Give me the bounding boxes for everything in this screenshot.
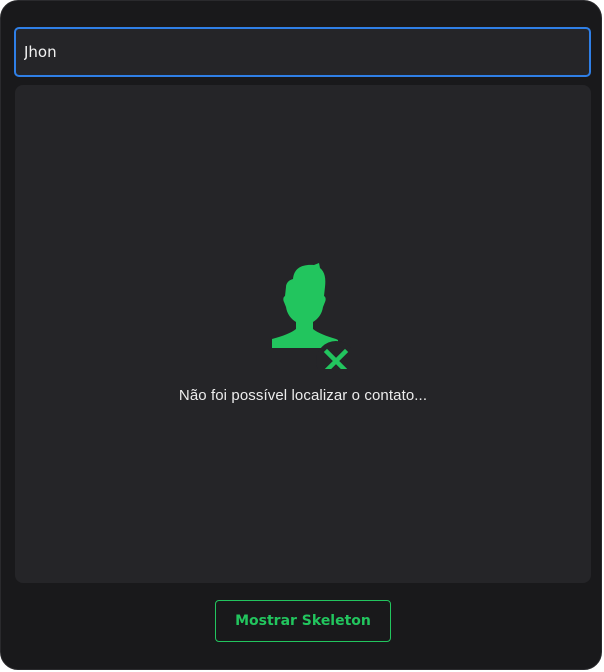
app-window: Não foi possível localizar o contato... … — [0, 0, 602, 670]
show-skeleton-button[interactable]: Mostrar Skeleton — [215, 600, 391, 642]
not-found-message: Não foi possível localizar o contato... — [178, 387, 428, 404]
result-panel: Não foi possível localizar o contato... — [15, 85, 591, 583]
search-input[interactable] — [14, 27, 591, 77]
user-not-found-icon — [272, 263, 352, 369]
